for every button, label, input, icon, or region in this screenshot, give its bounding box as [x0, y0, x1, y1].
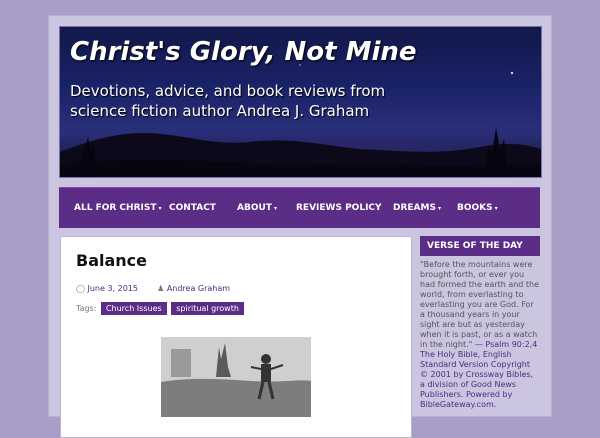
nav-item-label: DREAMS — [393, 203, 436, 213]
main-navigation: ALL FOR CHRIST ▾ CONTACT ABOUT ▾ REVIEWS P… — [59, 187, 540, 228]
nav-item-all-for-christ[interactable]: ALL FOR CHRIST ▾ — [74, 188, 161, 228]
tag-spiritual-growth[interactable]: spiritual growth — [171, 302, 244, 315]
user-icon: ♟ — [157, 284, 165, 293]
tag-church-issues[interactable]: Church Issues — [100, 302, 167, 315]
verse-of-the-day: "Before the mountains were brought forth… — [420, 260, 540, 410]
nav-item-about[interactable]: ABOUT ▾ — [237, 188, 277, 228]
verse-reference-link[interactable]: — Psalm 90:2,4 — [475, 340, 537, 349]
nav-item-reviews-policy[interactable]: REVIEWS POLICY — [296, 188, 382, 228]
verse-text: "Before the mountains were brought forth… — [420, 260, 540, 349]
nav-item-contact[interactable]: CONTACT — [169, 188, 216, 228]
nav-item-label: ALL FOR CHRIST — [74, 203, 157, 213]
nav-item-label: CONTACT — [169, 203, 216, 213]
post-author-link[interactable]: Andrea Graham — [167, 284, 230, 293]
chevron-down-icon: ▾ — [273, 205, 277, 212]
chevron-down-icon: ▾ — [437, 205, 441, 212]
post-date-link[interactable]: June 3, 2015 — [88, 284, 139, 293]
page-wrapper: Christ's Glory, Not Mine Devotions, advi… — [49, 16, 551, 438]
chevron-down-icon: ▾ — [494, 205, 498, 212]
sidebar: VERSE OF THE DAY "Before the mountains w… — [420, 236, 540, 410]
post-title[interactable]: Balance — [76, 251, 147, 270]
post-tags: Tags: Church Issues spiritual growth — [76, 302, 244, 315]
nav-item-dreams[interactable]: DREAMS ▾ — [393, 188, 441, 228]
site-description: Devotions, advice, and book reviews from… — [70, 82, 386, 120]
chevron-down-icon: ▾ — [158, 205, 162, 212]
nav-item-label: BOOKS — [457, 203, 493, 213]
post-featured-image — [161, 337, 311, 417]
nav-item-books[interactable]: BOOKS ▾ — [457, 188, 498, 228]
site-title[interactable]: Christ's Glory, Not Mine — [70, 37, 417, 67]
verse-of-the-day-title: VERSE OF THE DAY — [420, 236, 540, 256]
calendar-icon: ◯ — [76, 284, 85, 293]
nav-item-label: REVIEWS POLICY — [296, 203, 382, 213]
tags-label: Tags: — [76, 304, 97, 313]
post-meta: ◯ June 3, 2015 ♟ Andrea Graham — [76, 284, 230, 293]
site-header: Christ's Glory, Not Mine Devotions, advi… — [59, 26, 542, 178]
post-content: Balance ◯ June 3, 2015 ♟ Andrea Graham T… — [60, 236, 412, 438]
nav-item-label: ABOUT — [237, 203, 272, 213]
